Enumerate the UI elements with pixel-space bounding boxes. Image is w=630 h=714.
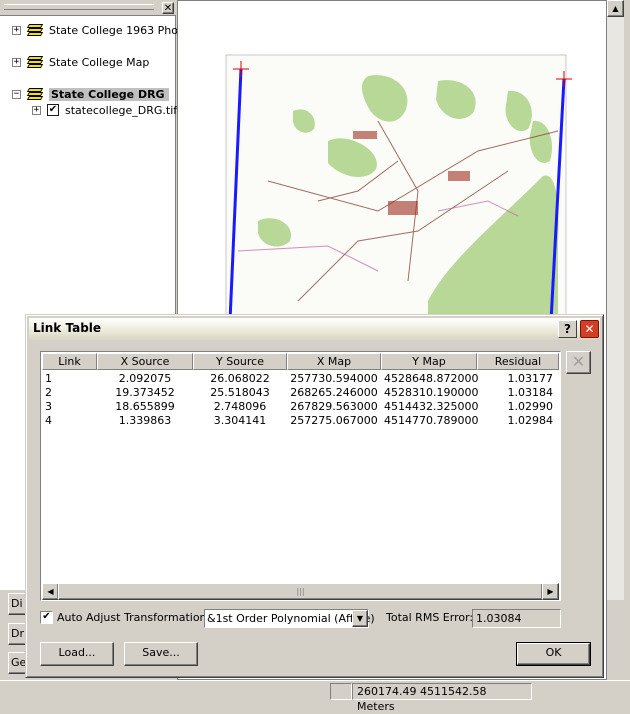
cell-y-source: 3.304141 bbox=[213, 414, 267, 427]
expand-icon[interactable]: + bbox=[32, 105, 41, 115]
expand-icon[interactable]: + bbox=[12, 25, 21, 35]
chevron-down-icon[interactable]: ▼ bbox=[352, 610, 368, 627]
cell-link: 3 bbox=[45, 400, 52, 413]
scroll-right-icon[interactable]: ▶ bbox=[542, 583, 559, 600]
column-header-link[interactable]: Link bbox=[42, 353, 97, 370]
cell-y-source: 25.518043 bbox=[210, 386, 270, 399]
rms-value: 1.03084 bbox=[472, 609, 561, 628]
rms-label: Total RMS Error: bbox=[386, 611, 474, 624]
status-coordinates: 260174.49 4511542.58 Meters bbox=[352, 683, 532, 713]
cell-x-map: 268265.246000 bbox=[290, 386, 378, 399]
link-table-dialog: Link Table ? ✕ Link X Source Y Source X … bbox=[25, 314, 604, 678]
cell-link: 1 bbox=[45, 372, 52, 385]
cell-y-map: 4514432.325000 bbox=[384, 400, 479, 413]
cell-residual: 1.02984 bbox=[507, 414, 554, 427]
dialog-titlebar[interactable]: Link Table ? ✕ bbox=[29, 318, 600, 340]
cell-residual: 1.03184 bbox=[507, 386, 554, 399]
close-button[interactable]: ✕ bbox=[580, 320, 599, 338]
table-row[interactable]: 1 2.092075 26.068022 257730.594000 45286… bbox=[42, 372, 559, 386]
sublayer-label[interactable]: statecollege_DRG.tif bbox=[65, 104, 177, 117]
cell-y-source: 2.748096 bbox=[213, 400, 267, 413]
toc-titlebar: ✕ bbox=[0, 0, 176, 16]
cell-x-source: 18.655899 bbox=[115, 400, 175, 413]
table-row[interactable]: 4 1.339863 3.304141 257275.067000 451477… bbox=[42, 414, 559, 428]
cell-x-source: 2.092075 bbox=[118, 372, 172, 385]
transformation-value: &1st Order Polynomial (Affine) bbox=[207, 612, 375, 625]
delete-link-button[interactable]: ✕ bbox=[566, 351, 591, 374]
collapse-icon[interactable]: − bbox=[12, 89, 21, 99]
status-cell-empty bbox=[330, 683, 352, 700]
scrollbar-thumb[interactable]: ||| bbox=[58, 583, 543, 600]
transformation-select[interactable]: &1st Order Polynomial (Affine) ▼ bbox=[204, 609, 375, 628]
column-header-x-source[interactable]: X Source bbox=[97, 353, 193, 370]
map-vertical-scrollbar[interactable]: ▲ bbox=[607, 0, 624, 600]
toc-grip[interactable] bbox=[4, 4, 154, 10]
toc-layer-drg[interactable]: − State College DRG bbox=[12, 86, 169, 102]
toc-sublayer-drg-tif[interactable]: + ✔ statecollege_DRG.tif bbox=[32, 102, 177, 118]
delete-icon: ✕ bbox=[571, 352, 586, 371]
cell-y-source: 26.068022 bbox=[210, 372, 270, 385]
table-row[interactable]: 2 19.373452 25.518043 268265.246000 4528… bbox=[42, 386, 559, 400]
layer-label[interactable]: State College Map bbox=[49, 56, 149, 69]
layer-visibility-checkbox[interactable]: ✔ bbox=[47, 104, 59, 116]
auto-adjust-label: Auto Adjust bbox=[57, 611, 121, 624]
cell-link: 2 bbox=[45, 386, 52, 399]
status-bar: 260174.49 4511542.58 Meters bbox=[0, 680, 630, 713]
cell-x-source: 19.373452 bbox=[115, 386, 175, 399]
toc-close-icon[interactable]: ✕ bbox=[162, 2, 174, 14]
column-header-residual[interactable]: Residual bbox=[477, 353, 559, 370]
scroll-up-icon[interactable]: ▲ bbox=[607, 0, 624, 17]
column-header-y-map[interactable]: Y Map bbox=[381, 353, 477, 370]
cell-x-map: 267829.563000 bbox=[290, 400, 378, 413]
column-header-y-source[interactable]: Y Source bbox=[193, 353, 287, 370]
cell-x-map: 257275.067000 bbox=[290, 414, 378, 427]
link-table[interactable]: Link X Source Y Source X Map Y Map Resid… bbox=[40, 351, 561, 601]
ok-button[interactable]: OK bbox=[516, 642, 591, 666]
column-header-x-map[interactable]: X Map bbox=[287, 353, 381, 370]
cell-x-source: 1.339863 bbox=[118, 414, 172, 427]
load-button[interactable]: Load... bbox=[40, 642, 114, 666]
scroll-left-icon[interactable]: ◀ bbox=[42, 583, 59, 600]
cell-y-map: 4514770.789000 bbox=[384, 414, 479, 427]
toc-layer-1963-photo[interactable]: + State College 1963 Photo bbox=[12, 22, 189, 38]
dialog-title: Link Table bbox=[33, 321, 102, 335]
table-horizontal-scrollbar[interactable]: ◀ ||| ▶ bbox=[42, 583, 559, 600]
cell-residual: 1.02990 bbox=[507, 400, 554, 413]
table-header: Link X Source Y Source X Map Y Map Resid… bbox=[42, 353, 559, 370]
cell-x-map: 257730.594000 bbox=[290, 372, 378, 385]
toc-layer-map[interactable]: + State College Map bbox=[12, 54, 149, 70]
layer-group-icon bbox=[26, 55, 45, 69]
table-row[interactable]: 3 18.655899 2.748096 267829.563000 45144… bbox=[42, 400, 559, 414]
help-button[interactable]: ? bbox=[558, 320, 577, 338]
layer-label[interactable]: State College DRG bbox=[49, 87, 169, 101]
layer-group-icon bbox=[26, 87, 45, 101]
save-button[interactable]: Save... bbox=[124, 642, 198, 666]
drg-map-image bbox=[225, 54, 572, 326]
cell-link: 4 bbox=[45, 414, 52, 427]
cell-y-map: 4528310.190000 bbox=[384, 386, 479, 399]
auto-adjust-checkbox[interactable]: ✔ bbox=[40, 611, 53, 624]
transformation-label: Transformation: bbox=[124, 611, 211, 624]
expand-icon[interactable]: + bbox=[12, 57, 21, 67]
layer-label[interactable]: State College 1963 Photo bbox=[49, 24, 189, 37]
cell-residual: 1.03177 bbox=[507, 372, 554, 385]
cell-y-map: 4528648.872000 bbox=[384, 372, 479, 385]
layer-group-icon bbox=[26, 23, 45, 37]
